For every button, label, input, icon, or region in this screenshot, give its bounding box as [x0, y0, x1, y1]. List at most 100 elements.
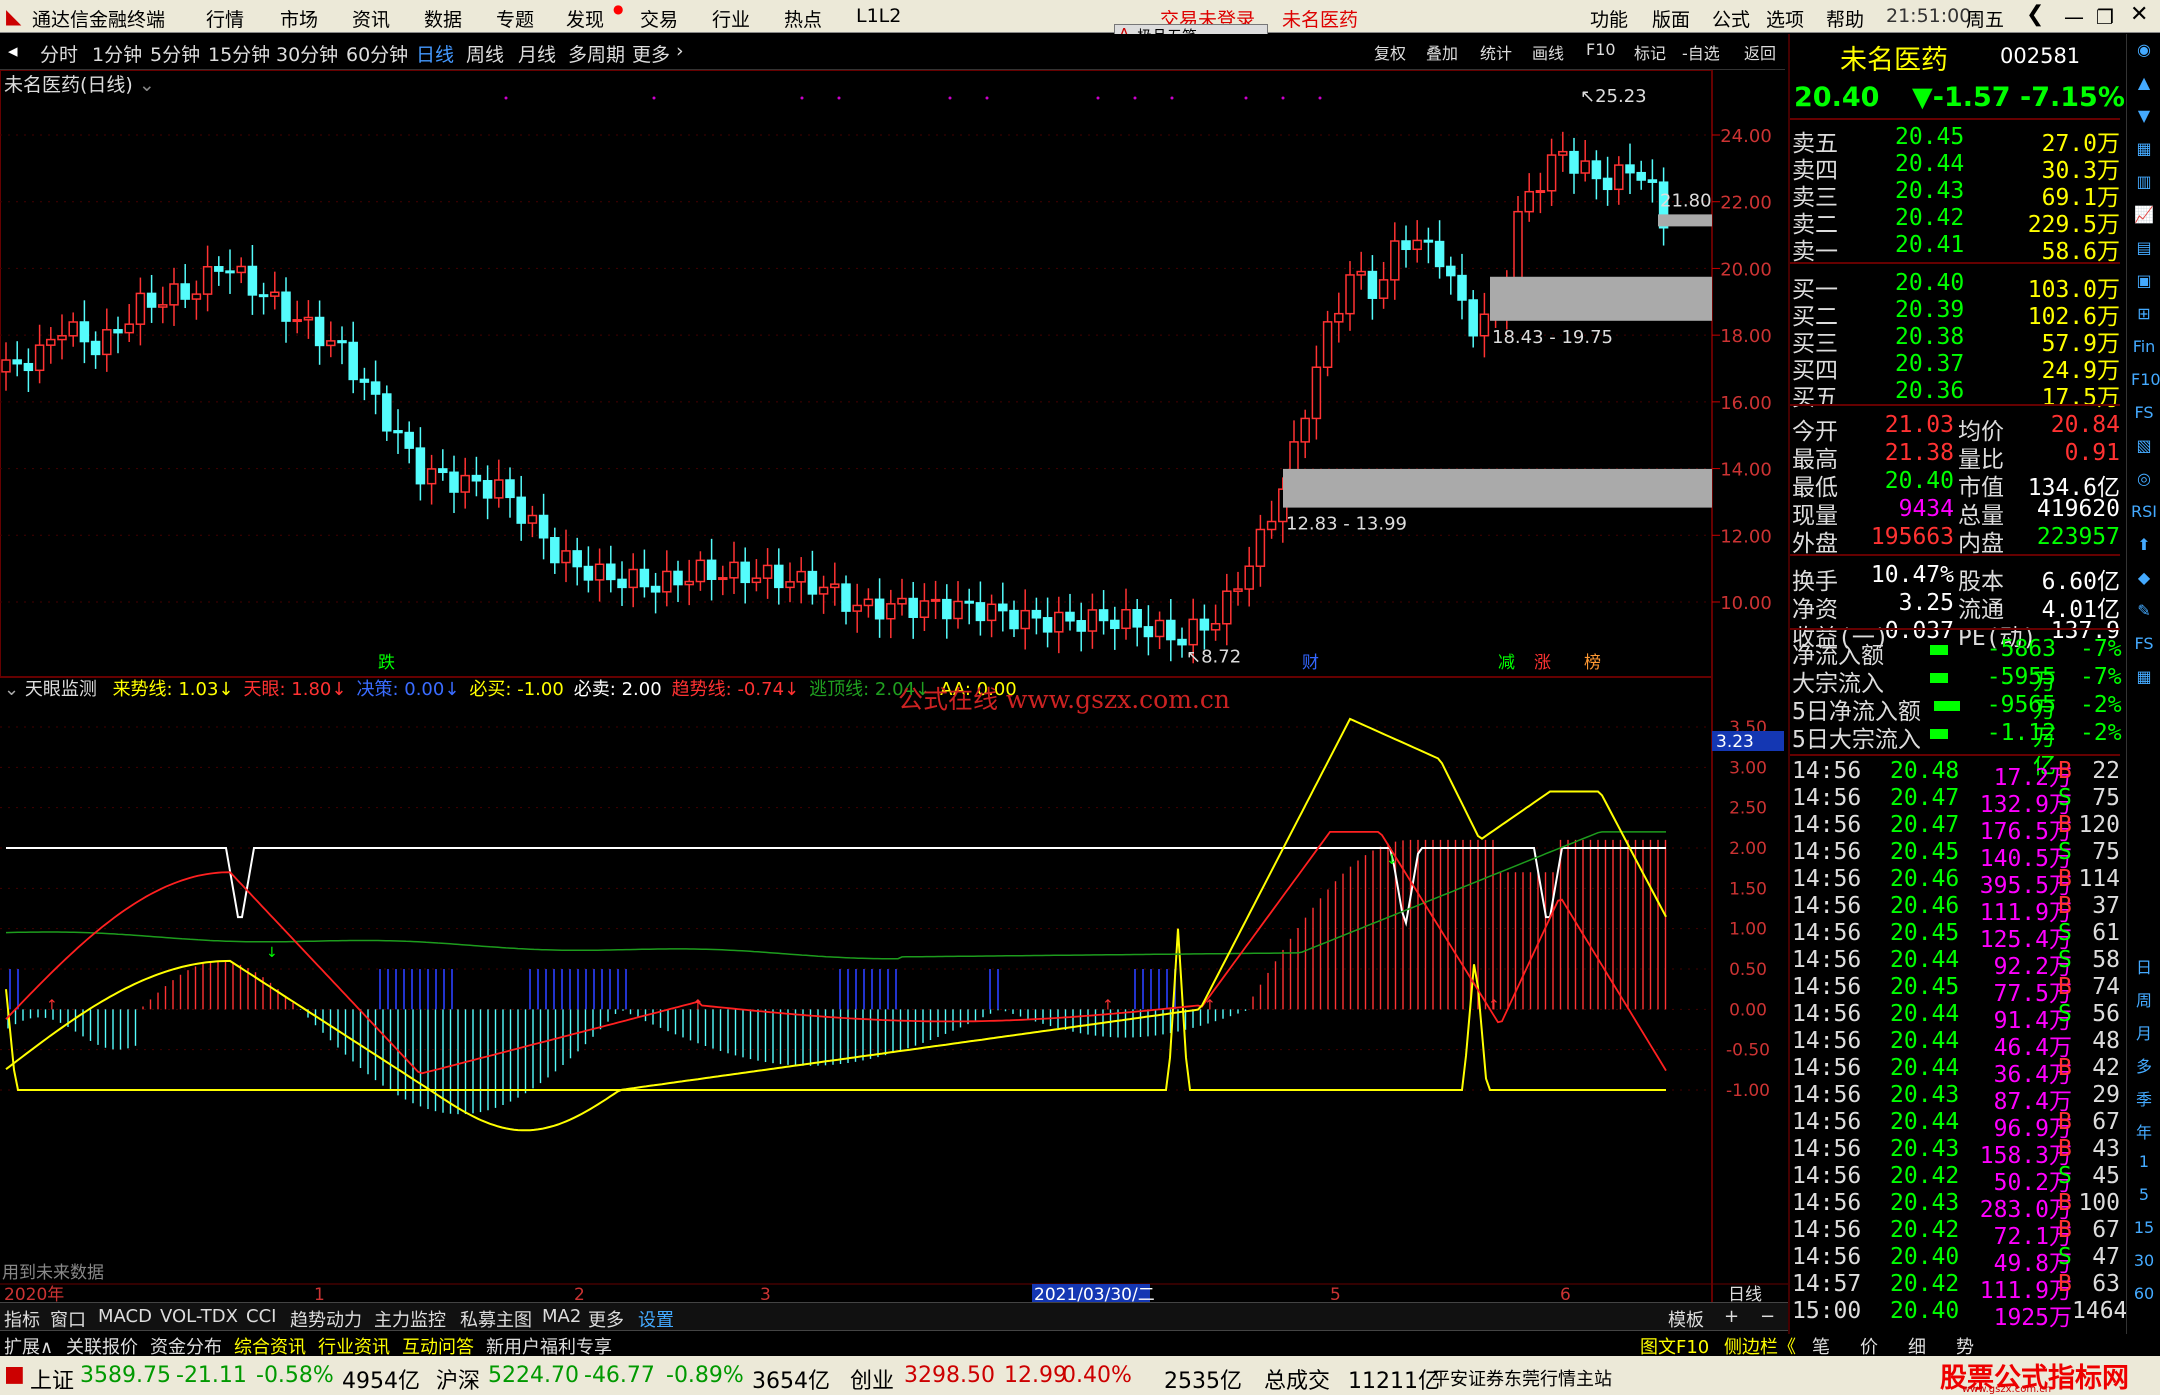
tab-window[interactable]: 窗口	[50, 1306, 86, 1332]
menu-data[interactable]: 数据	[424, 5, 462, 32]
flow-row[interactable]: 大宗流入 -5955万 -7%	[1790, 664, 2122, 723]
period-30min[interactable]: 30分钟	[276, 40, 338, 67]
sell-level[interactable]: 卖五 20.45 27.0万	[1790, 124, 2120, 157]
tick-row[interactable]: 14:56 20.45 77.5万 B 74	[1790, 974, 2120, 1007]
sidebar-period-2[interactable]: 月	[2131, 1020, 2157, 1046]
tick-row[interactable]: 15:00 20.40 1925万 1464	[1790, 1298, 2127, 1331]
period-weekly[interactable]: 周线	[466, 40, 504, 67]
cy-label[interactable]: 创业	[850, 1363, 894, 1395]
tick-row[interactable]: 14:56 20.44 92.2万 S 58	[1790, 947, 2120, 980]
sidebar-tool-icon[interactable]: ▧	[2131, 436, 2157, 462]
buy-level[interactable]: 买二 20.39 102.6万	[1790, 297, 2120, 330]
tick-row[interactable]: 14:56 20.47 176.5万 B 120	[1790, 812, 2120, 845]
period-more[interactable]: 更多	[632, 40, 670, 67]
menu-l1l2[interactable]: L1L2	[856, 5, 901, 27]
close-icon[interactable]: ✕	[2130, 2, 2148, 27]
tick-row[interactable]: 14:56 20.46 111.9万 B 37	[1790, 893, 2120, 926]
menu-topics[interactable]: 专题	[496, 5, 534, 32]
stat-row[interactable]: 现量 9434 总量 419620	[1790, 496, 2120, 529]
menu-layout[interactable]: 版面	[1652, 5, 1690, 32]
period-intraday[interactable]: 分时	[40, 40, 78, 67]
tick-row[interactable]: 14:56 20.47 132.9万 S 75	[1790, 785, 2120, 818]
sidebar-tool-icon[interactable]: FS	[2131, 634, 2157, 660]
sidebar-tool-icon[interactable]: Fin	[2131, 337, 2157, 363]
menu-market[interactable]: 市场	[280, 5, 318, 32]
sidebar-tool-icon[interactable]: ◎	[2131, 469, 2157, 495]
sidebar-tool-icon[interactable]: ▲	[2131, 73, 2157, 99]
minimize-icon[interactable]: —	[2064, 5, 2084, 29]
buy-level[interactable]: 买三 20.38 57.9万	[1790, 324, 2120, 357]
stat-row[interactable]: 最低 20.40 市值 134.6亿	[1790, 468, 2120, 501]
sh-label[interactable]: 上证	[30, 1363, 74, 1395]
tick-row[interactable]: 14:56 20.44 46.4万 48	[1790, 1028, 2120, 1061]
chevron-right-icon[interactable]: ›	[676, 40, 684, 62]
tab-macd[interactable]: MACD	[98, 1306, 152, 1327]
tool-overlay[interactable]: 叠加	[1426, 40, 1458, 64]
remove-window-button[interactable]: −	[1760, 1306, 1775, 1327]
sidebar-tool-icon[interactable]: ▦	[2131, 667, 2157, 693]
event-mark[interactable]: 涨	[1534, 653, 1551, 673]
sidebar-tool-icon[interactable]: ⊞	[2131, 304, 2157, 330]
collapse-icon[interactable]: ◂	[8, 40, 18, 62]
stat-row[interactable]: 换手 10.47% 股本 6.60亿	[1790, 562, 2120, 595]
tab-vol[interactable]: VOL-TDX	[160, 1306, 238, 1327]
tab-more[interactable]: 更多	[588, 1306, 624, 1332]
period-monthly[interactable]: 月线	[518, 40, 556, 67]
sidebar-tool-icon[interactable]: F10	[2131, 370, 2160, 396]
stat-row[interactable]: 最高 21.38 量比 0.91	[1790, 440, 2120, 473]
tick-row[interactable]: 14:56 20.46 395.5万 B 114	[1790, 866, 2120, 899]
sidebar-tool-icon[interactable]: RSI	[2131, 502, 2157, 528]
indicator-name[interactable]: 天眼监测	[25, 679, 97, 700]
tab-indicator[interactable]: 指标	[4, 1306, 40, 1332]
tick-row[interactable]: 14:56 20.42 50.2万 S 45	[1790, 1163, 2120, 1196]
tab-settings[interactable]: 设置	[638, 1306, 674, 1332]
sidebar-tool-icon[interactable]: ▥	[2131, 172, 2157, 198]
menu-discover[interactable]: 发现	[566, 5, 604, 32]
tick-row[interactable]: 14:56 20.48 17.2万 B 22	[1790, 758, 2120, 791]
collapse-ind-icon[interactable]: ⌄	[4, 679, 19, 700]
tab-trend[interactable]: 趋势动力	[290, 1306, 362, 1332]
sidebar-tool-icon[interactable]: ▼	[2131, 106, 2157, 132]
sidebar-period-1[interactable]: 周	[2131, 987, 2157, 1013]
sidebar-period-0[interactable]: 日	[2131, 954, 2157, 980]
sidebar-period-3[interactable]: 多	[2131, 1053, 2157, 1079]
menu-help[interactable]: 帮助	[1826, 5, 1864, 32]
menu-formula[interactable]: 公式	[1712, 5, 1750, 32]
period-1min[interactable]: 1分钟	[92, 40, 142, 67]
restore-icon[interactable]: ❐	[2096, 5, 2114, 29]
sidebar-period-9[interactable]: 30	[2131, 1251, 2157, 1277]
buy-level[interactable]: 买一 20.40 103.0万	[1790, 270, 2120, 303]
sidebar-tool-icon[interactable]: ▦	[2131, 139, 2157, 165]
period-multi[interactable]: 多周期	[568, 40, 625, 67]
tool-watchlist[interactable]: -自选	[1682, 40, 1720, 64]
tick-row[interactable]: 14:56 20.45 140.5万 S 75	[1790, 839, 2120, 872]
sidebar-tool-icon[interactable]: FS	[2131, 403, 2157, 429]
menu-hot[interactable]: 热点	[784, 5, 822, 32]
tick-row[interactable]: 14:56 20.44 36.4万 B 42	[1790, 1055, 2120, 1088]
event-mark[interactable]: 榜	[1584, 653, 1601, 673]
flow-row[interactable]: 5日大宗流入 -1.12亿 -2%	[1790, 720, 2122, 779]
menu-options[interactable]: 选项	[1766, 5, 1804, 32]
event-mark[interactable]: 财	[1302, 653, 1319, 673]
sidebar-period-8[interactable]: 15	[2131, 1218, 2157, 1244]
tick-row[interactable]: 14:56 20.45 125.4万 S 61	[1790, 920, 2120, 953]
tick-row[interactable]: 14:57 20.42 111.9万 B 63	[1790, 1271, 2120, 1304]
tick-row[interactable]: 14:56 20.44 91.4万 S 56	[1790, 1001, 2120, 1034]
tool-mark[interactable]: 标记	[1634, 40, 1666, 64]
stat-row[interactable]: 净资 3.25 流通 4.01亿	[1790, 590, 2120, 623]
sidebar-tool-icon[interactable]: ⬆	[2131, 535, 2157, 561]
tick-row[interactable]: 14:56 20.44 96.9万 B 67	[1790, 1109, 2120, 1142]
sidebar-period-6[interactable]: 1	[2131, 1152, 2157, 1178]
sidebar-period-4[interactable]: 季	[2131, 1086, 2157, 1112]
period-daily[interactable]: 日线	[416, 40, 454, 67]
tick-row[interactable]: 14:56 20.43 87.4万 29	[1790, 1082, 2120, 1115]
period-5min[interactable]: 5分钟	[150, 40, 200, 67]
tick-row[interactable]: 14:56 20.42 72.1万 B 67	[1790, 1217, 2120, 1250]
tool-adjust[interactable]: 复权	[1374, 40, 1406, 64]
sell-level[interactable]: 卖二 20.42 229.5万	[1790, 205, 2120, 238]
event-mark[interactable]: 减	[1498, 653, 1515, 673]
sidebar-tool-icon[interactable]: 📈	[2131, 205, 2157, 231]
tick-row[interactable]: 14:56 20.43 158.3万 B 43	[1790, 1136, 2120, 1169]
buy-level[interactable]: 买五 20.36 17.5万	[1790, 378, 2120, 411]
flow-row[interactable]: 净流入额 -5863万 -7%	[1790, 636, 2122, 695]
